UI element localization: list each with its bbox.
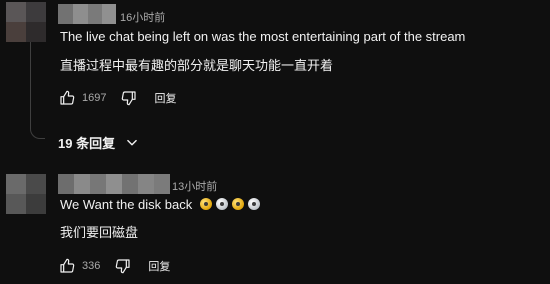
thumbs-down-icon	[116, 259, 130, 274]
author-name-pixelated[interactable]	[58, 174, 170, 194]
like-count: 1697	[82, 92, 107, 104]
thumbs-up-icon	[60, 90, 75, 105]
comment-text-english-content: We Want the disk back	[60, 197, 193, 212]
like-button[interactable]	[58, 257, 76, 275]
comment-timestamp[interactable]: 13小时前	[172, 178, 217, 194]
avatar[interactable]	[6, 2, 46, 42]
view-replies-button[interactable]: 19 条回复	[58, 133, 139, 152]
comment-actions: 336 回复	[58, 256, 170, 276]
comment-text-english: We Want the disk back	[60, 197, 260, 212]
disc-emoji-icon	[247, 198, 260, 210]
disc-emoji-icon	[231, 198, 244, 210]
disc-emoji-icon	[215, 198, 228, 210]
thumbs-down-icon	[122, 91, 137, 106]
reply-button[interactable]: 回复	[154, 90, 176, 106]
thumbs-up-icon	[60, 258, 75, 273]
replies-count-label: 19 条回复	[58, 136, 116, 151]
like-button[interactable]	[58, 89, 76, 107]
dislike-button[interactable]	[120, 89, 138, 107]
like-count: 336	[82, 260, 101, 272]
reply-button[interactable]: 回复	[148, 258, 170, 274]
comment-text-translation: 直播过程中最有趣的部分就是聊天功能一直开着	[60, 58, 334, 73]
comment-timestamp[interactable]: 16小时前	[120, 9, 165, 25]
comment-actions: 1697 回复	[58, 88, 176, 108]
comment-text-english: The live chat being left on was the most…	[60, 29, 466, 44]
avatar[interactable]	[6, 174, 46, 214]
chevron-down-icon	[125, 136, 139, 150]
dislike-button[interactable]	[114, 257, 132, 275]
author-name-pixelated[interactable]	[58, 4, 116, 24]
thread-connector-line	[30, 42, 45, 139]
disc-emoji-icon	[199, 198, 212, 210]
comment-text-translation: 我们要回磁盘	[60, 225, 139, 240]
